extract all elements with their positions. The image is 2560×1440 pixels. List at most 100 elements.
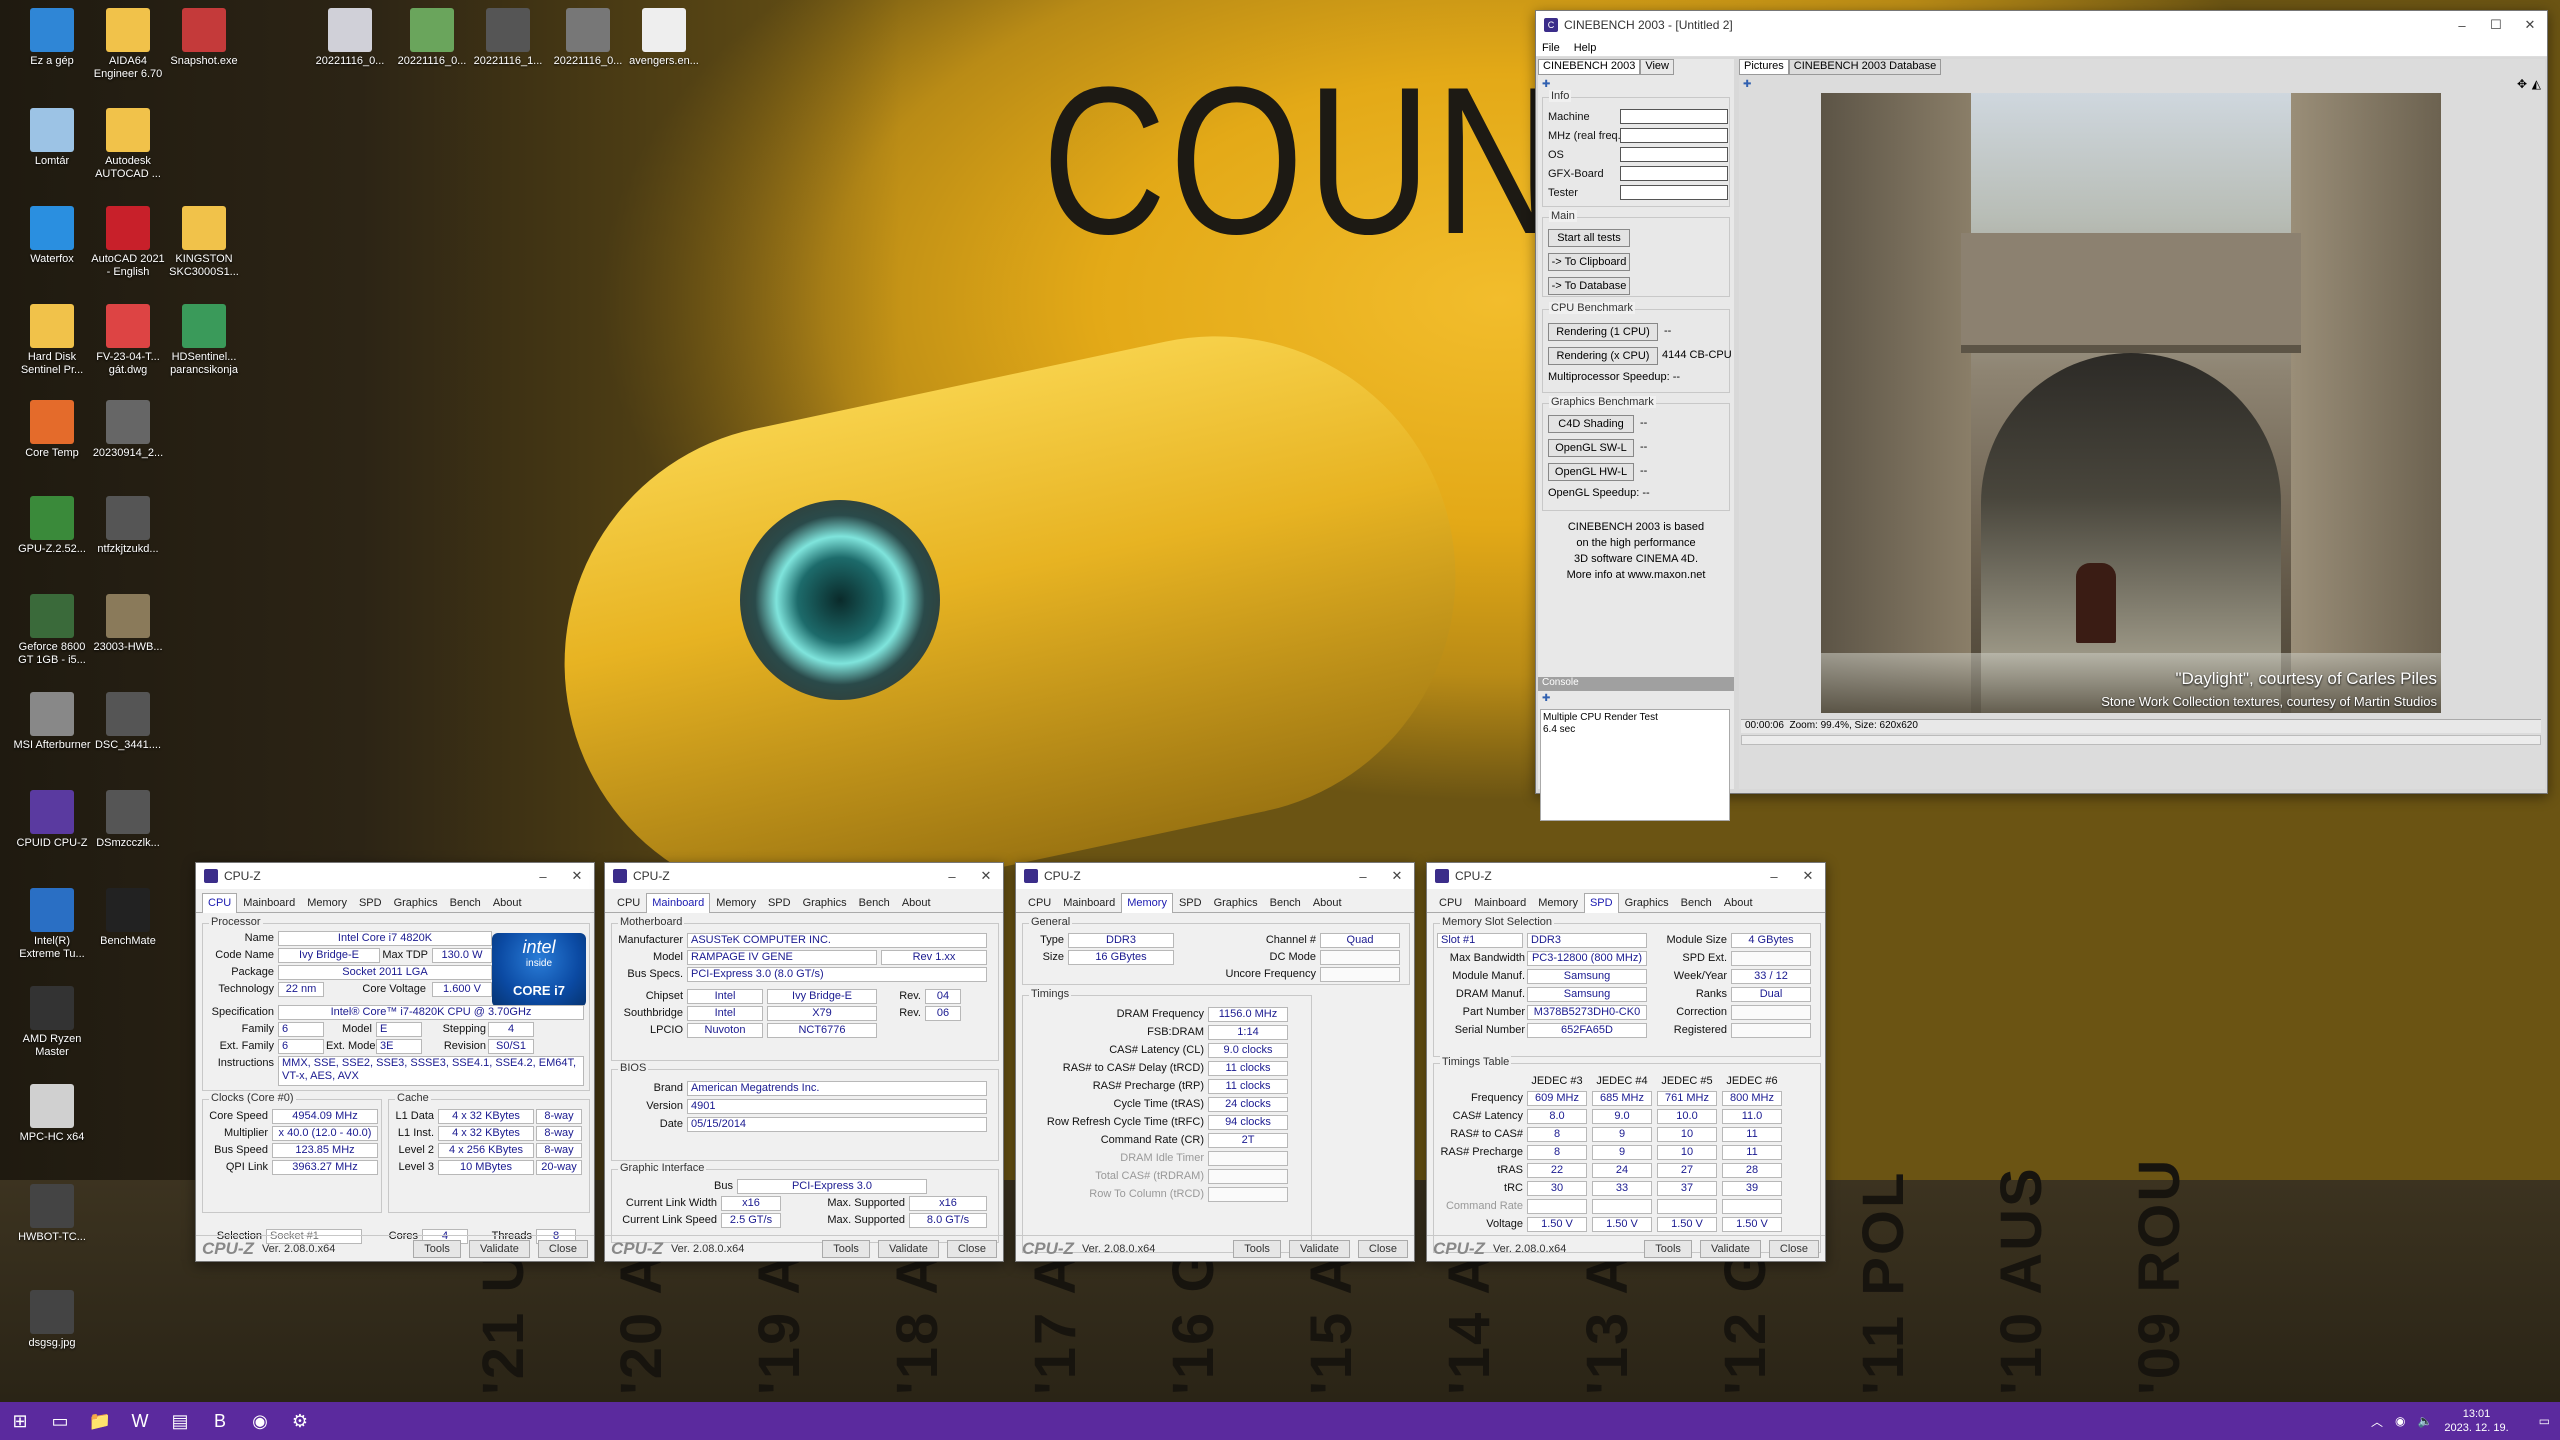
cpuz-titlebar[interactable]: CPU-Z – ✕ [1016,863,1414,889]
minimize-icon[interactable]: – [526,869,560,884]
cpuz-icon[interactable]: ⚙ [280,1402,320,1440]
cinebench-titlebar[interactable]: C CINEBENCH 2003 - [Untitled 2] – ☐ ✕ [1536,11,2547,39]
tab-graphics[interactable]: Graphics [797,893,853,912]
tab-graphics[interactable]: Graphics [388,893,444,912]
close-icon[interactable]: ✕ [1380,868,1414,884]
waterfox-icon[interactable]: W [120,1402,160,1440]
tools-button[interactable]: Tools [822,1239,870,1258]
tab-database[interactable]: CINEBENCH 2003 Database [1788,59,1942,75]
validate-button[interactable]: Validate [1699,1239,1761,1258]
tab-graphics[interactable]: Graphics [1208,893,1264,912]
hwinfo-icon[interactable]: ▤ [160,1402,200,1440]
about-link[interactable]: More info at www.maxon.net [1542,567,1730,583]
cpuz-titlebar[interactable]: CPU-Z – ✕ [1427,863,1825,889]
close-button[interactable]: Close [1357,1239,1408,1258]
tab-bench[interactable]: Bench [853,893,896,912]
desktop-icon[interactable]: Snapshot.exe [164,8,244,68]
windows-start-icon[interactable]: ⊞ [0,1402,40,1440]
tray-overflow-icon[interactable]: ︿ [2371,1413,2383,1430]
tab-bench[interactable]: Bench [444,893,487,912]
desktop-icon[interactable]: Intel(R) Extreme Tu... [12,888,92,961]
tab-bench[interactable]: Bench [1264,893,1307,912]
minimize-icon[interactable]: – [1346,869,1380,884]
console-pin-icon[interactable]: ✚ [1542,693,1550,704]
desktop-icon[interactable]: Hard Disk Sentinel Pr... [12,304,92,377]
tab-cpu[interactable]: CPU [1022,893,1057,912]
desktop-icon[interactable]: CPUID CPU-Z [12,790,92,850]
tab-memory[interactable]: Memory [710,893,762,912]
tray-network-icon[interactable]: ◉ [2395,1414,2405,1428]
desktop-icon[interactable]: avengers.en... [624,8,704,68]
desktop-icon[interactable]: Geforce 8600 GT 1GB - i5... [12,594,92,667]
c4d-shading-button[interactable]: C4D Shading [1548,415,1634,433]
tab-mainboard[interactable]: Mainboard [1057,893,1121,912]
tools-button[interactable]: Tools [1644,1239,1692,1258]
tab-mainboard[interactable]: Mainboard [646,893,711,913]
opengl-hwl-button[interactable]: OpenGL HW-L [1548,463,1634,481]
tab-pictures[interactable]: Pictures [1739,59,1789,75]
desktop-icon[interactable]: 20221116_0... [310,8,390,68]
desktop-icon[interactable]: 20221116_0... [548,8,628,68]
desktop-icon[interactable]: 20230914_2... [88,400,168,460]
tools-button[interactable]: Tools [1233,1239,1281,1258]
tab-spd[interactable]: SPD [353,893,388,912]
desktop-icon[interactable]: MPC-HC x64 [12,1084,92,1144]
tab-cpu[interactable]: CPU [1433,893,1468,912]
desktop-icon[interactable]: 23003-HWB... [88,594,168,654]
pin-icon[interactable]: ✚ [1542,79,1550,90]
start-all-tests-button[interactable]: Start all tests [1548,229,1630,247]
notification-icon[interactable]: ▭ [2539,1414,2550,1428]
tab-about[interactable]: About [896,893,937,912]
minimize-icon[interactable]: – [935,869,969,884]
menu-file[interactable]: File [1542,42,1560,54]
opengl-swl-button[interactable]: OpenGL SW-L [1548,439,1634,457]
desktop-icon[interactable]: 20221116_0... [392,8,472,68]
expand-icon[interactable]: ◭ [2532,77,2541,91]
minimize-icon[interactable]: – [2445,18,2479,33]
cinebench-icon[interactable]: ◉ [240,1402,280,1440]
close-icon[interactable]: ✕ [560,868,594,884]
tab-view[interactable]: View [1640,59,1674,75]
desktop-icon[interactable]: Ez a gép [12,8,92,68]
desktop-icon[interactable]: AIDA64 Engineer 6.70 [88,8,168,81]
desktop-icon[interactable]: Waterfox [12,206,92,266]
to-database-button[interactable]: -> To Database [1548,277,1630,295]
tray-volume-icon[interactable]: 🔈 [2417,1414,2432,1428]
desktop-icon[interactable]: HWBOT-TC... [12,1184,92,1244]
validate-button[interactable]: Validate [468,1239,530,1258]
close-icon[interactable]: ✕ [1791,868,1825,884]
tab-about[interactable]: About [1307,893,1348,912]
cpuz-titlebar[interactable]: CPU-Z – ✕ [196,863,594,889]
desktop-icon[interactable]: Autodesk AUTOCAD ... [88,108,168,181]
picture-pin-icon[interactable]: ✚ [1743,79,1751,90]
rendering-xcpu-button[interactable]: Rendering (x CPU) [1548,347,1658,365]
desktop-icon[interactable]: FV-23-04-T... gát.dwg [88,304,168,377]
to-clipboard-button[interactable]: -> To Clipboard [1548,253,1630,271]
tab-about[interactable]: About [487,893,528,912]
tab-cinebench[interactable]: CINEBENCH 2003 [1538,59,1641,75]
tab-about[interactable]: About [1718,893,1759,912]
benchmate-icon[interactable]: B [200,1402,240,1440]
desktop-icon[interactable]: DSmzcczlk... [88,790,168,850]
desktop-icon[interactable]: ntfzkjtzukd... [88,496,168,556]
close-icon[interactable]: ✕ [2513,17,2547,33]
tab-mainboard[interactable]: Mainboard [237,893,301,912]
desktop-icon[interactable]: AMD Ryzen Master [12,986,92,1059]
tab-cpu[interactable]: CPU [202,893,238,913]
tab-memory[interactable]: Memory [1532,893,1584,912]
desktop-icon[interactable]: AutoCAD 2021 - English [88,206,168,279]
close-icon[interactable]: ✕ [969,868,1003,884]
menu-help[interactable]: Help [1574,42,1597,54]
tab-mainboard[interactable]: Mainboard [1468,893,1532,912]
close-button[interactable]: Close [537,1239,588,1258]
desktop-icon[interactable]: KINGSTON SKC3000S1... [164,206,244,279]
tab-memory[interactable]: Memory [301,893,353,912]
tab-memory[interactable]: Memory [1121,893,1173,913]
tab-graphics[interactable]: Graphics [1619,893,1675,912]
move-icon[interactable]: ✥ [2517,77,2527,91]
desktop-icon[interactable]: Core Temp [12,400,92,460]
file-explorer-icon[interactable]: 📁 [80,1402,120,1440]
desktop-icon[interactable]: HDSentinel... parancsikonja [164,304,244,377]
tab-spd[interactable]: SPD [1583,893,1619,913]
validate-button[interactable]: Validate [1288,1239,1350,1258]
